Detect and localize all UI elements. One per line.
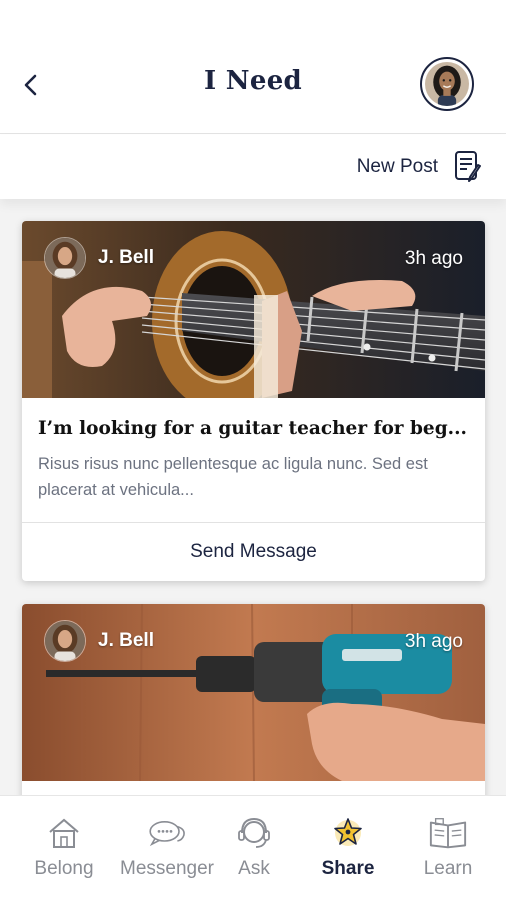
send-message-button[interactable]: Send Message	[22, 522, 485, 581]
author-photo	[45, 621, 85, 661]
profile-avatar[interactable]	[420, 57, 474, 111]
author-avatar[interactable]	[44, 237, 86, 279]
chat-bubbles-icon	[147, 814, 187, 852]
author-name: J. Bell	[98, 630, 154, 651]
post-image[interactable]: J. Bell 3h ago	[22, 221, 485, 398]
post-card[interactable]: J. Bell 3h ago I’m looking for a guitar …	[22, 221, 485, 581]
tab-ask[interactable]: Ask	[204, 814, 304, 880]
post-author[interactable]: J. Bell	[44, 237, 154, 279]
tab-belong[interactable]: Belong	[14, 814, 114, 880]
post-body[interactable]: I’m looking for a guitar teacher for beg…	[22, 398, 485, 522]
app-header: I Need	[0, 0, 506, 134]
author-name: J. Bell	[98, 247, 154, 268]
tab-messenger[interactable]: Messenger	[117, 814, 217, 880]
bottom-tab-bar: Belong Messenger Ask Share Learn	[0, 795, 506, 900]
share-star-icon	[328, 814, 368, 852]
tab-label: Belong	[34, 858, 94, 879]
new-post-bar: New Post	[0, 135, 506, 199]
tab-label: Ask	[238, 858, 270, 879]
tab-learn[interactable]: Learn	[398, 814, 498, 880]
edit-document-icon	[455, 151, 481, 182]
author-avatar[interactable]	[44, 620, 86, 662]
post-author[interactable]: J. Bell	[44, 620, 154, 662]
post-title: I’m looking for a guitar teacher for beg…	[38, 418, 467, 439]
post-feed[interactable]: J. Bell 3h ago I’m looking for a guitar …	[0, 199, 506, 795]
tab-share[interactable]: Share	[298, 814, 398, 880]
author-photo	[45, 238, 85, 278]
post-description: Risus risus nunc pellentesque ac ligula …	[38, 455, 428, 499]
headset-icon	[234, 814, 274, 852]
tab-label: Share	[321, 858, 375, 879]
new-post-label: New Post	[356, 156, 438, 177]
new-post-button[interactable]: New Post	[357, 147, 484, 187]
post-card[interactable]: J. Bell 3h ago	[22, 604, 485, 795]
tab-label: Messenger	[120, 858, 214, 879]
book-icon	[428, 814, 468, 852]
house-icon	[44, 814, 84, 852]
post-timestamp: 3h ago	[404, 631, 463, 652]
post-image[interactable]: J. Bell 3h ago	[22, 604, 485, 781]
user-avatar-image	[425, 62, 469, 106]
tab-label: Learn	[423, 858, 473, 879]
post-timestamp: 3h ago	[404, 248, 463, 269]
